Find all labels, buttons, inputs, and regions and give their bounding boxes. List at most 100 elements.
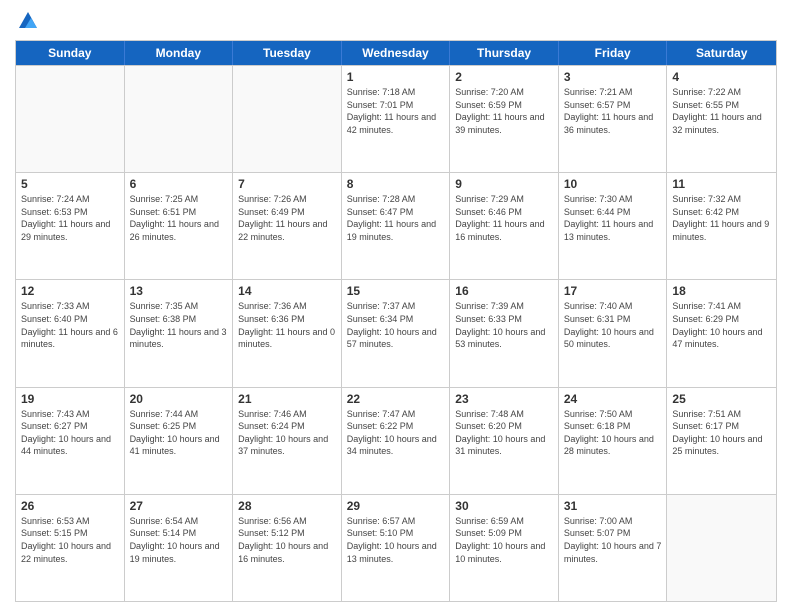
day-number: 26 bbox=[21, 499, 119, 513]
day-number: 8 bbox=[347, 177, 445, 191]
cal-cell-r5-c7 bbox=[667, 495, 776, 601]
cal-cell-r4-c4: 22 Sunrise: 7:47 AM Sunset: 6:22 PM Dayli… bbox=[342, 388, 451, 494]
cal-cell-r3-c5: 16Sunrise: 7:39 AM Sunset: 6:33 PM Dayli… bbox=[450, 280, 559, 386]
day-number: 29 bbox=[347, 499, 445, 513]
cal-cell-r5-c3: 28 Sunrise: 6:56 AM Sunset: 5:12 PM Dayli… bbox=[233, 495, 342, 601]
day-info: Sunrise: 7:18 AM Sunset: 7:01 PM Dayligh… bbox=[347, 86, 445, 136]
cal-cell-r3-c3: 14Sunrise: 7:36 AM Sunset: 6:36 PM Dayli… bbox=[233, 280, 342, 386]
cal-cell-r2-c2: 6 Sunrise: 7:25 AM Sunset: 6:51 PM Daylig… bbox=[125, 173, 234, 279]
day-number: 31 bbox=[564, 499, 662, 513]
day-number: 23 bbox=[455, 392, 553, 406]
cal-cell-r2-c3: 7Sunrise: 7:26 AM Sunset: 6:49 PM Daylig… bbox=[233, 173, 342, 279]
day-info: Sunrise: 7:44 AM Sunset: 6:25 PM Dayligh… bbox=[130, 408, 228, 458]
day-number: 19 bbox=[21, 392, 119, 406]
cal-cell-r5-c4: 29 Sunrise: 6:57 AM Sunset: 5:10 PM Dayli… bbox=[342, 495, 451, 601]
col-sunday: Sunday bbox=[16, 41, 125, 65]
cal-cell-r2-c5: 9 Sunrise: 7:29 AM Sunset: 6:46 PM Daylig… bbox=[450, 173, 559, 279]
day-info: Sunrise: 6:53 AM Sunset: 5:15 PM Dayligh… bbox=[21, 515, 119, 565]
day-info: Sunrise: 7:46 AM Sunset: 6:24 PM Dayligh… bbox=[238, 408, 336, 458]
calendar-header: Sunday Monday Tuesday Wednesday Thursday… bbox=[16, 41, 776, 65]
day-info: Sunrise: 7:37 AM Sunset: 6:34 PM Dayligh… bbox=[347, 300, 445, 350]
calendar-body: 1Sunrise: 7:18 AM Sunset: 7:01 PM Daylig… bbox=[16, 65, 776, 601]
cal-cell-r5-c1: 26 Sunrise: 6:53 AM Sunset: 5:15 PM Dayli… bbox=[16, 495, 125, 601]
day-number: 7 bbox=[238, 177, 336, 191]
day-info: Sunrise: 7:00 AM Sunset: 5:07 PM Dayligh… bbox=[564, 515, 662, 565]
cal-cell-r1-c6: 3 Sunrise: 7:21 AM Sunset: 6:57 PM Daylig… bbox=[559, 66, 668, 172]
col-monday: Monday bbox=[125, 41, 234, 65]
day-number: 14 bbox=[238, 284, 336, 298]
day-number: 6 bbox=[130, 177, 228, 191]
cal-cell-r5-c2: 27 Sunrise: 6:54 AM Sunset: 5:14 PM Dayli… bbox=[125, 495, 234, 601]
day-number: 28 bbox=[238, 499, 336, 513]
day-number: 18 bbox=[672, 284, 771, 298]
cal-row-5: 26 Sunrise: 6:53 AM Sunset: 5:15 PM Dayli… bbox=[16, 494, 776, 601]
day-number: 17 bbox=[564, 284, 662, 298]
day-info: Sunrise: 7:39 AM Sunset: 6:33 PM Dayligh… bbox=[455, 300, 553, 350]
day-number: 2 bbox=[455, 70, 553, 84]
day-info: Sunrise: 6:54 AM Sunset: 5:14 PM Dayligh… bbox=[130, 515, 228, 565]
day-info: Sunrise: 7:30 AM Sunset: 6:44 PM Dayligh… bbox=[564, 193, 662, 243]
day-number: 5 bbox=[21, 177, 119, 191]
cal-cell-r3-c1: 12 Sunrise: 7:33 AM Sunset: 6:40 PM Dayli… bbox=[16, 280, 125, 386]
day-info: Sunrise: 6:56 AM Sunset: 5:12 PM Dayligh… bbox=[238, 515, 336, 565]
cal-cell-r5-c5: 30 Sunrise: 6:59 AM Sunset: 5:09 PM Dayli… bbox=[450, 495, 559, 601]
day-info: Sunrise: 7:20 AM Sunset: 6:59 PM Dayligh… bbox=[455, 86, 553, 136]
cal-cell-r3-c2: 13 Sunrise: 7:35 AM Sunset: 6:38 PM Dayli… bbox=[125, 280, 234, 386]
cal-cell-r3-c4: 15 Sunrise: 7:37 AM Sunset: 6:34 PM Dayli… bbox=[342, 280, 451, 386]
cal-cell-r2-c6: 10 Sunrise: 7:30 AM Sunset: 6:44 PM Dayli… bbox=[559, 173, 668, 279]
cal-row-2: 5Sunrise: 7:24 AM Sunset: 6:53 PM Daylig… bbox=[16, 172, 776, 279]
day-info: Sunrise: 7:21 AM Sunset: 6:57 PM Dayligh… bbox=[564, 86, 662, 136]
day-info: Sunrise: 7:40 AM Sunset: 6:31 PM Dayligh… bbox=[564, 300, 662, 350]
day-info: Sunrise: 6:59 AM Sunset: 5:09 PM Dayligh… bbox=[455, 515, 553, 565]
cal-cell-r3-c6: 17 Sunrise: 7:40 AM Sunset: 6:31 PM Dayli… bbox=[559, 280, 668, 386]
cal-cell-r4-c7: 25Sunrise: 7:51 AM Sunset: 6:17 PM Dayli… bbox=[667, 388, 776, 494]
day-info: Sunrise: 7:25 AM Sunset: 6:51 PM Dayligh… bbox=[130, 193, 228, 243]
day-info: Sunrise: 7:51 AM Sunset: 6:17 PM Dayligh… bbox=[672, 408, 771, 458]
col-friday: Friday bbox=[559, 41, 668, 65]
day-info: Sunrise: 7:43 AM Sunset: 6:27 PM Dayligh… bbox=[21, 408, 119, 458]
day-info: Sunrise: 6:57 AM Sunset: 5:10 PM Dayligh… bbox=[347, 515, 445, 565]
day-info: Sunrise: 7:47 AM Sunset: 6:22 PM Dayligh… bbox=[347, 408, 445, 458]
day-number: 13 bbox=[130, 284, 228, 298]
cal-cell-r1-c5: 2 Sunrise: 7:20 AM Sunset: 6:59 PM Daylig… bbox=[450, 66, 559, 172]
day-info: Sunrise: 7:29 AM Sunset: 6:46 PM Dayligh… bbox=[455, 193, 553, 243]
day-info: Sunrise: 7:28 AM Sunset: 6:47 PM Dayligh… bbox=[347, 193, 445, 243]
day-info: Sunrise: 7:35 AM Sunset: 6:38 PM Dayligh… bbox=[130, 300, 228, 350]
day-number: 21 bbox=[238, 392, 336, 406]
cal-row-3: 12 Sunrise: 7:33 AM Sunset: 6:40 PM Dayli… bbox=[16, 279, 776, 386]
day-number: 30 bbox=[455, 499, 553, 513]
cal-cell-r4-c2: 20 Sunrise: 7:44 AM Sunset: 6:25 PM Dayli… bbox=[125, 388, 234, 494]
cal-cell-r1-c3 bbox=[233, 66, 342, 172]
day-number: 15 bbox=[347, 284, 445, 298]
cal-cell-r4-c3: 21 Sunrise: 7:46 AM Sunset: 6:24 PM Dayli… bbox=[233, 388, 342, 494]
cal-row-4: 19 Sunrise: 7:43 AM Sunset: 6:27 PM Dayli… bbox=[16, 387, 776, 494]
logo bbox=[15, 10, 39, 32]
cal-cell-r1-c2 bbox=[125, 66, 234, 172]
cal-cell-r4-c5: 23 Sunrise: 7:48 AM Sunset: 6:20 PM Dayli… bbox=[450, 388, 559, 494]
col-saturday: Saturday bbox=[667, 41, 776, 65]
day-number: 20 bbox=[130, 392, 228, 406]
day-info: Sunrise: 7:41 AM Sunset: 6:29 PM Dayligh… bbox=[672, 300, 771, 350]
day-info: Sunrise: 7:22 AM Sunset: 6:55 PM Dayligh… bbox=[672, 86, 771, 136]
day-info: Sunrise: 7:32 AM Sunset: 6:42 PM Dayligh… bbox=[672, 193, 771, 243]
day-number: 9 bbox=[455, 177, 553, 191]
day-number: 12 bbox=[21, 284, 119, 298]
cal-cell-r3-c7: 18 Sunrise: 7:41 AM Sunset: 6:29 PM Dayli… bbox=[667, 280, 776, 386]
cal-row-1: 1Sunrise: 7:18 AM Sunset: 7:01 PM Daylig… bbox=[16, 65, 776, 172]
logo-icon bbox=[17, 10, 39, 32]
day-info: Sunrise: 7:33 AM Sunset: 6:40 PM Dayligh… bbox=[21, 300, 119, 350]
day-number: 24 bbox=[564, 392, 662, 406]
day-info: Sunrise: 7:50 AM Sunset: 6:18 PM Dayligh… bbox=[564, 408, 662, 458]
cal-cell-r5-c6: 31 Sunrise: 7:00 AM Sunset: 5:07 PM Dayli… bbox=[559, 495, 668, 601]
day-number: 3 bbox=[564, 70, 662, 84]
cal-cell-r2-c1: 5Sunrise: 7:24 AM Sunset: 6:53 PM Daylig… bbox=[16, 173, 125, 279]
day-number: 22 bbox=[347, 392, 445, 406]
day-number: 10 bbox=[564, 177, 662, 191]
cal-cell-r1-c7: 4 Sunrise: 7:22 AM Sunset: 6:55 PM Daylig… bbox=[667, 66, 776, 172]
col-thursday: Thursday bbox=[450, 41, 559, 65]
day-number: 27 bbox=[130, 499, 228, 513]
day-info: Sunrise: 7:48 AM Sunset: 6:20 PM Dayligh… bbox=[455, 408, 553, 458]
day-number: 4 bbox=[672, 70, 771, 84]
day-number: 11 bbox=[672, 177, 771, 191]
cal-cell-r2-c4: 8 Sunrise: 7:28 AM Sunset: 6:47 PM Daylig… bbox=[342, 173, 451, 279]
